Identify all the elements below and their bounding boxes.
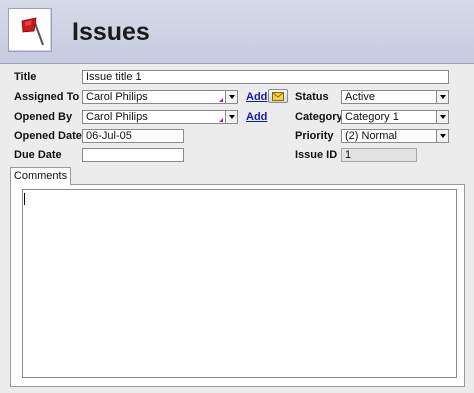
opened-by-label: Opened By (14, 111, 73, 123)
logo (8, 8, 52, 52)
opened-date-label: Opened Date (14, 130, 82, 142)
comments-textarea[interactable] (22, 189, 457, 378)
email-button[interactable] (268, 89, 288, 103)
add-assignee-link[interactable]: Add (246, 91, 267, 103)
page-title: Issues (72, 18, 150, 46)
opened-date-field[interactable]: 06-Jul-05 (82, 129, 184, 143)
category-select[interactable]: Category 1 (341, 110, 449, 124)
category-dropdown-icon[interactable] (436, 111, 448, 123)
status-value: Active (345, 91, 375, 103)
category-label: Category (295, 111, 343, 123)
status-label: Status (295, 91, 329, 103)
header-bar: Issues (0, 0, 474, 64)
category-value: Category 1 (345, 111, 399, 123)
priority-label: Priority (295, 130, 334, 142)
edit-list-marker (219, 118, 223, 122)
title-label: Title (14, 71, 37, 83)
envelope-icon (272, 91, 284, 101)
priority-dropdown-icon[interactable] (436, 130, 448, 142)
issue-id-label: Issue ID (295, 149, 338, 161)
issue-id-field: 1 (341, 148, 417, 162)
red-flag-icon (21, 17, 44, 46)
assigned-to-dropdown-icon[interactable] (225, 91, 237, 103)
assigned-to-value: Carol Philips (86, 91, 148, 103)
text-cursor (24, 193, 25, 205)
opened-by-select[interactable]: Carol Philips (82, 110, 238, 124)
opened-by-dropdown-icon[interactable] (225, 111, 237, 123)
due-date-field[interactable] (82, 148, 184, 162)
status-select[interactable]: Active (341, 90, 449, 104)
priority-select[interactable]: (2) Normal (341, 129, 449, 143)
priority-value: (2) Normal (345, 130, 397, 142)
add-opener-link[interactable]: Add (246, 111, 267, 123)
edit-list-marker (219, 98, 223, 102)
assigned-to-select[interactable]: Carol Philips (82, 90, 238, 104)
assigned-to-label: Assigned To (14, 91, 80, 103)
status-dropdown-icon[interactable] (436, 91, 448, 103)
due-date-label: Due Date (14, 149, 62, 161)
tab-comments[interactable]: Comments (10, 167, 71, 185)
opened-by-value: Carol Philips (86, 111, 148, 123)
title-field[interactable]: Issue title 1 (82, 70, 449, 84)
